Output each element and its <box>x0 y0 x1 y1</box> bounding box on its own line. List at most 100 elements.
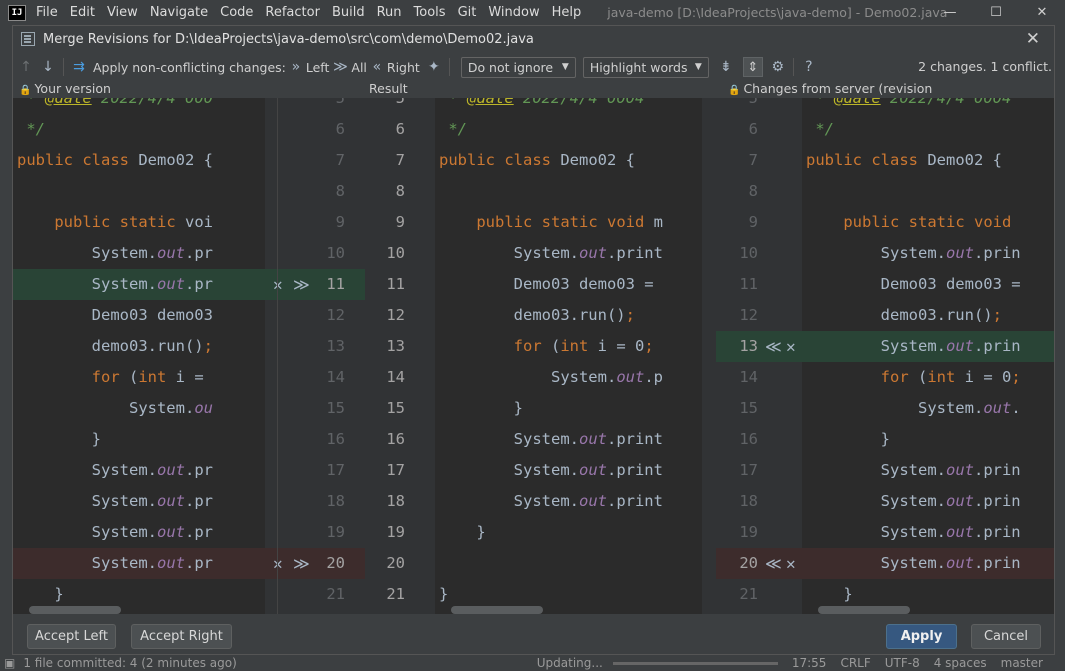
code-line: System.out.prin <box>806 523 1021 541</box>
code-line: */ <box>17 120 45 138</box>
collapse-unchanged-icon[interactable]: ⇟ <box>715 59 737 75</box>
right-editor[interactable]: * @date 2022/4/4 0004 */ public class Dem… <box>802 98 1054 614</box>
maximize-icon[interactable]: ☐ <box>973 0 1019 25</box>
code-line: } <box>806 430 890 448</box>
lock-icon: 🔒 <box>19 85 32 96</box>
line-number: 16 <box>326 430 345 448</box>
line-number: 9 <box>395 213 405 231</box>
line-number: 15 <box>386 399 405 417</box>
accept-left-button[interactable]: Accept Left <box>27 624 116 649</box>
menu-run[interactable]: Run <box>377 5 402 20</box>
code-line: * @date 2022/4/4 0004 <box>806 98 1012 107</box>
line-number: 16 <box>386 430 405 448</box>
code-line: for (int i = 0; <box>513 337 654 355</box>
line-number: 5 <box>395 98 405 107</box>
code-line: Demo03 demo03 = <box>439 275 654 293</box>
code-line: public static void m <box>476 213 664 231</box>
cancel-button[interactable]: Cancel <box>971 624 1041 649</box>
menu-view[interactable]: View <box>107 5 138 20</box>
menu-edit[interactable]: Edit <box>70 5 95 20</box>
changes-status: 2 changes. 1 conflict. <box>918 59 1052 74</box>
minimize-icon[interactable]: — <box>927 0 973 25</box>
highlight-dropdown[interactable]: Highlight words ▼ <box>582 56 709 78</box>
horizontal-scrollbar[interactable] <box>451 606 543 614</box>
menu-window[interactable]: Window <box>488 5 539 20</box>
line-number: 17 <box>739 461 758 479</box>
result-editor[interactable]: * @date 2022/4/4 0004 */ public class Dem… <box>435 98 702 614</box>
apply-all-button[interactable]: All <box>351 60 367 75</box>
apply-right-button[interactable]: Right <box>387 60 420 75</box>
code-line: demo03.run(); <box>17 337 213 355</box>
menu-tools[interactable]: Tools <box>414 5 446 20</box>
ignore-change-icon[interactable]: ✕ <box>786 331 796 362</box>
previous-change-icon[interactable]: ↑ <box>15 59 37 75</box>
merge-toolbar: ↑ ↓ ⇉ Apply non-conflicting changes: » L… <box>13 54 1054 80</box>
highlight-value: Highlight words <box>589 59 688 75</box>
status-encoding[interactable]: UTF-8 <box>885 656 920 670</box>
accept-change-icon[interactable]: ≫ <box>293 548 310 579</box>
accept-right-button[interactable]: Accept Right <box>131 624 232 649</box>
apply-left-button[interactable]: Left <box>306 60 330 75</box>
menu-git[interactable]: Git <box>458 5 477 20</box>
ignore-change-icon[interactable]: ✕ <box>786 548 796 579</box>
code-line: demo03.run(); <box>439 306 635 324</box>
apply-all-icon[interactable]: ⇉ <box>68 59 90 75</box>
sync-scroll-icon[interactable]: ⇕ <box>742 57 763 77</box>
apply-all-sides-icon[interactable]: ≫ <box>332 59 348 75</box>
horizontal-scrollbar[interactable] <box>29 606 121 614</box>
code-line: System.out.prin <box>806 554 1021 572</box>
horizontal-scrollbar[interactable] <box>818 606 910 614</box>
status-indent[interactable]: 4 spaces <box>934 656 987 670</box>
close-window-icon[interactable]: ✕ <box>1019 0 1065 25</box>
status-line-sep[interactable]: CRLF <box>840 656 870 670</box>
line-number: 18 <box>386 492 405 510</box>
next-change-icon[interactable]: ↓ <box>37 59 59 75</box>
code-line: System.out.print <box>439 492 663 510</box>
code-line: Demo03 demo03 <box>17 306 213 324</box>
line-number: 20 <box>739 554 758 572</box>
settings-gear-icon[interactable]: ⚙ <box>767 59 789 75</box>
left-editor[interactable]: * @date 2022/4/4 000 */ public class Demo… <box>13 98 265 614</box>
apply-right-icon[interactable]: « <box>370 59 384 75</box>
code-line: } <box>439 585 449 603</box>
status-message: 1 file committed: 4 (2 minutes ago) <box>23 656 237 670</box>
line-number: 5 <box>335 98 345 107</box>
menu-build[interactable]: Build <box>332 5 365 20</box>
line-number: 10 <box>326 244 345 262</box>
merge-icon <box>21 32 35 46</box>
menu-navigate[interactable]: Navigate <box>150 5 208 20</box>
line-number: 16 <box>739 430 758 448</box>
line-number: 11 <box>326 275 345 293</box>
line-number: 17 <box>386 461 405 479</box>
line-number: 11 <box>386 275 405 293</box>
line-number: 19 <box>386 523 405 541</box>
code-line: System.out.pr <box>17 554 213 572</box>
status-branch[interactable]: master <box>1001 656 1043 670</box>
line-number: 15 <box>326 399 345 417</box>
accept-change-icon[interactable]: ≪ <box>765 548 782 579</box>
code-line: System.ou <box>17 399 213 417</box>
line-number: 13 <box>386 337 405 355</box>
apply-non-conflicting-label: Apply non-conflicting changes: <box>93 59 286 75</box>
help-icon[interactable]: ? <box>798 59 820 75</box>
menu-refactor[interactable]: Refactor <box>265 5 320 20</box>
code-line: System.out.prin <box>806 244 1021 262</box>
accept-change-icon[interactable]: ≪ <box>765 331 782 362</box>
line-number: 12 <box>386 306 405 324</box>
close-dialog-icon[interactable]: ✕ <box>1026 29 1040 49</box>
line-number: 9 <box>335 213 345 231</box>
magic-resolve-icon[interactable]: ✦ <box>423 59 445 75</box>
status-left-icon: ▣ <box>4 656 16 670</box>
apply-button[interactable]: Apply <box>886 624 957 649</box>
apply-left-icon[interactable]: » <box>289 59 303 75</box>
code-line: System.out.pr <box>17 461 213 479</box>
line-number: 7 <box>335 151 345 169</box>
whitespace-dropdown[interactable]: Do not ignore ▼ <box>460 56 576 78</box>
line-number: 7 <box>748 151 758 169</box>
menu-file[interactable]: File <box>36 5 58 20</box>
menu-code[interactable]: Code <box>220 5 253 20</box>
accept-change-icon[interactable]: ≫ <box>293 269 310 300</box>
menu-help[interactable]: Help <box>552 5 582 20</box>
tool-window-strip-right <box>1055 25 1065 655</box>
